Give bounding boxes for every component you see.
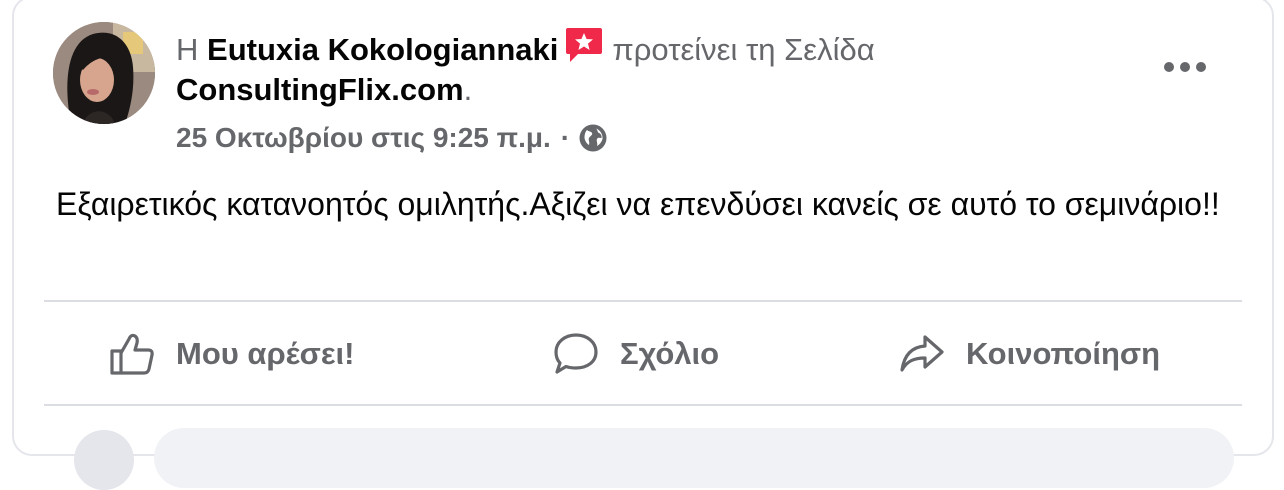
share-button-label: Κοινοποίηση [966, 336, 1161, 371]
header-action-text: προτείνει τη Σελίδα [612, 32, 875, 67]
comment-button[interactable]: Σχόλιο [552, 310, 719, 398]
more-options-icon [1164, 62, 1206, 72]
actions-top-divider [44, 300, 1242, 302]
like-button-label: Μου αρέσει! [176, 336, 355, 371]
comment-bubble-icon [554, 333, 598, 374]
like-button[interactable]: Μου αρέσει! [108, 310, 355, 398]
recommendation-star-icon [566, 28, 603, 62]
thumbs-up-icon [110, 333, 154, 375]
actions-bottom-divider [44, 404, 1242, 406]
comment-input[interactable] [154, 428, 1234, 488]
post-actions-bar: Μου αρέσει! Σχόλιο Κοινοποίηση [44, 310, 1242, 398]
more-options-button[interactable] [1160, 50, 1210, 84]
post-header: Η Eutuxia Kokologiannaki προτείνει τη Σε… [176, 26, 1136, 110]
post-meta: 25 Οκτωβρίου στις 9:25 π.μ. · [176, 120, 608, 156]
globe-icon[interactable] [578, 123, 608, 153]
post-body-text: Εξαιρετικός κατανοητός ομιλητής.Αξιζει ν… [56, 186, 1220, 222]
page-name-period: . [463, 72, 473, 107]
commenter-avatar[interactable] [74, 430, 134, 490]
author-name-link[interactable]: Eutuxia Kokologiannaki [207, 32, 558, 67]
page-name-link[interactable]: ConsultingFlix.com [176, 72, 464, 107]
avatar-photo [53, 22, 155, 124]
author-avatar[interactable] [53, 22, 155, 124]
post-timestamp[interactable]: 25 Οκτωβρίου στις 9:25 π.μ. [176, 120, 551, 156]
share-button[interactable]: Κοινοποίηση [898, 310, 1160, 398]
comment-composer [44, 422, 1242, 490]
meta-separator: · [560, 122, 571, 153]
comment-button-label: Σχόλιο [620, 336, 720, 371]
share-arrow-icon [900, 335, 944, 372]
header-prefix: Η [176, 32, 199, 67]
